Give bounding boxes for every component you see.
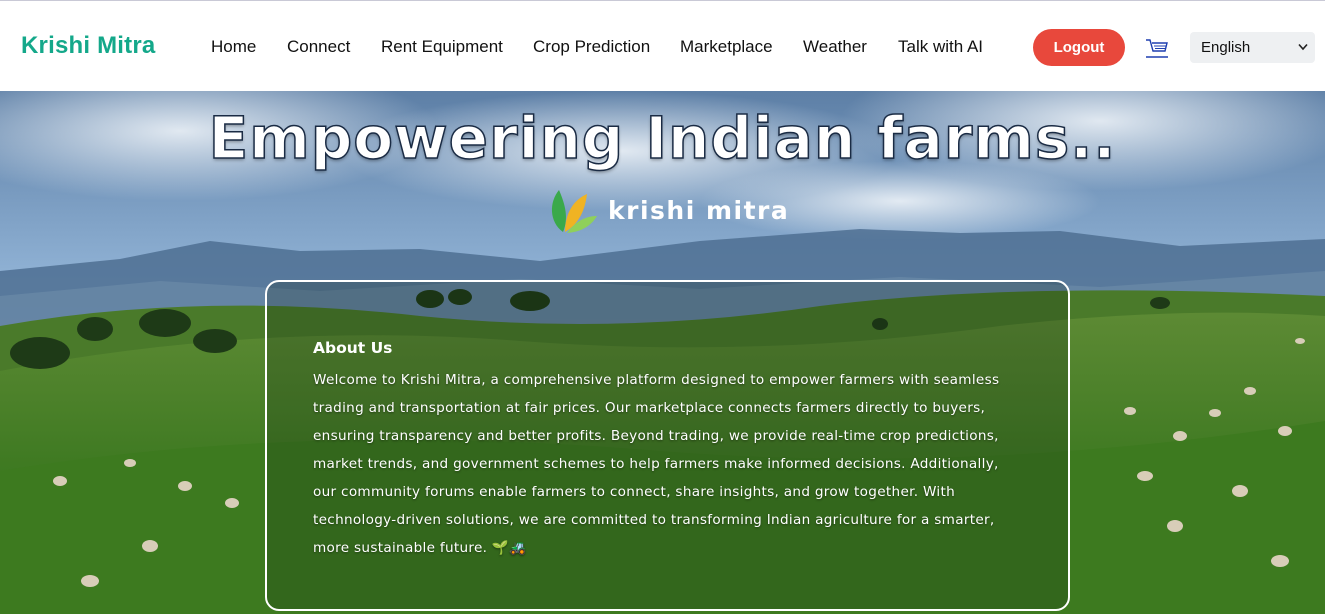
language-select[interactable]: English (1190, 32, 1315, 63)
nav-link-home[interactable]: Home (211, 37, 256, 57)
leaf-logo-icon (551, 190, 597, 233)
cart-icon[interactable] (1145, 38, 1169, 58)
about-us-heading: About Us (313, 339, 393, 357)
hero-logo: krishi mitra (545, 186, 805, 236)
top-navbar: Krishi Mitra Home Connect Rent Equipment… (0, 0, 1325, 91)
chevron-down-icon (1298, 43, 1308, 51)
nav-link-rent-equipment[interactable]: Rent Equipment (381, 37, 503, 57)
nav-link-talk-with-ai[interactable]: Talk with AI (898, 37, 983, 57)
logout-button[interactable]: Logout (1033, 29, 1125, 66)
nav-link-marketplace[interactable]: Marketplace (680, 37, 773, 57)
about-us-text: Welcome to Krishi Mitra, a comprehensive… (313, 372, 1000, 556)
language-selected-value: English (1201, 39, 1251, 56)
nav-link-weather[interactable]: Weather (803, 37, 867, 57)
nav-link-crop-prediction[interactable]: Crop Prediction (533, 37, 650, 57)
hero-section: Empowering Indian farms.. krishi mitra A… (0, 91, 1325, 614)
about-us-card: About Us Welcome to Krishi Mitra, a comp… (265, 280, 1070, 611)
hero-logo-text: krishi mitra (608, 196, 790, 225)
brand-logo-text[interactable]: Krishi Mitra (21, 32, 155, 60)
hero-title: Empowering Indian farms.. (208, 103, 1117, 173)
nav-link-connect[interactable]: Connect (287, 37, 350, 57)
